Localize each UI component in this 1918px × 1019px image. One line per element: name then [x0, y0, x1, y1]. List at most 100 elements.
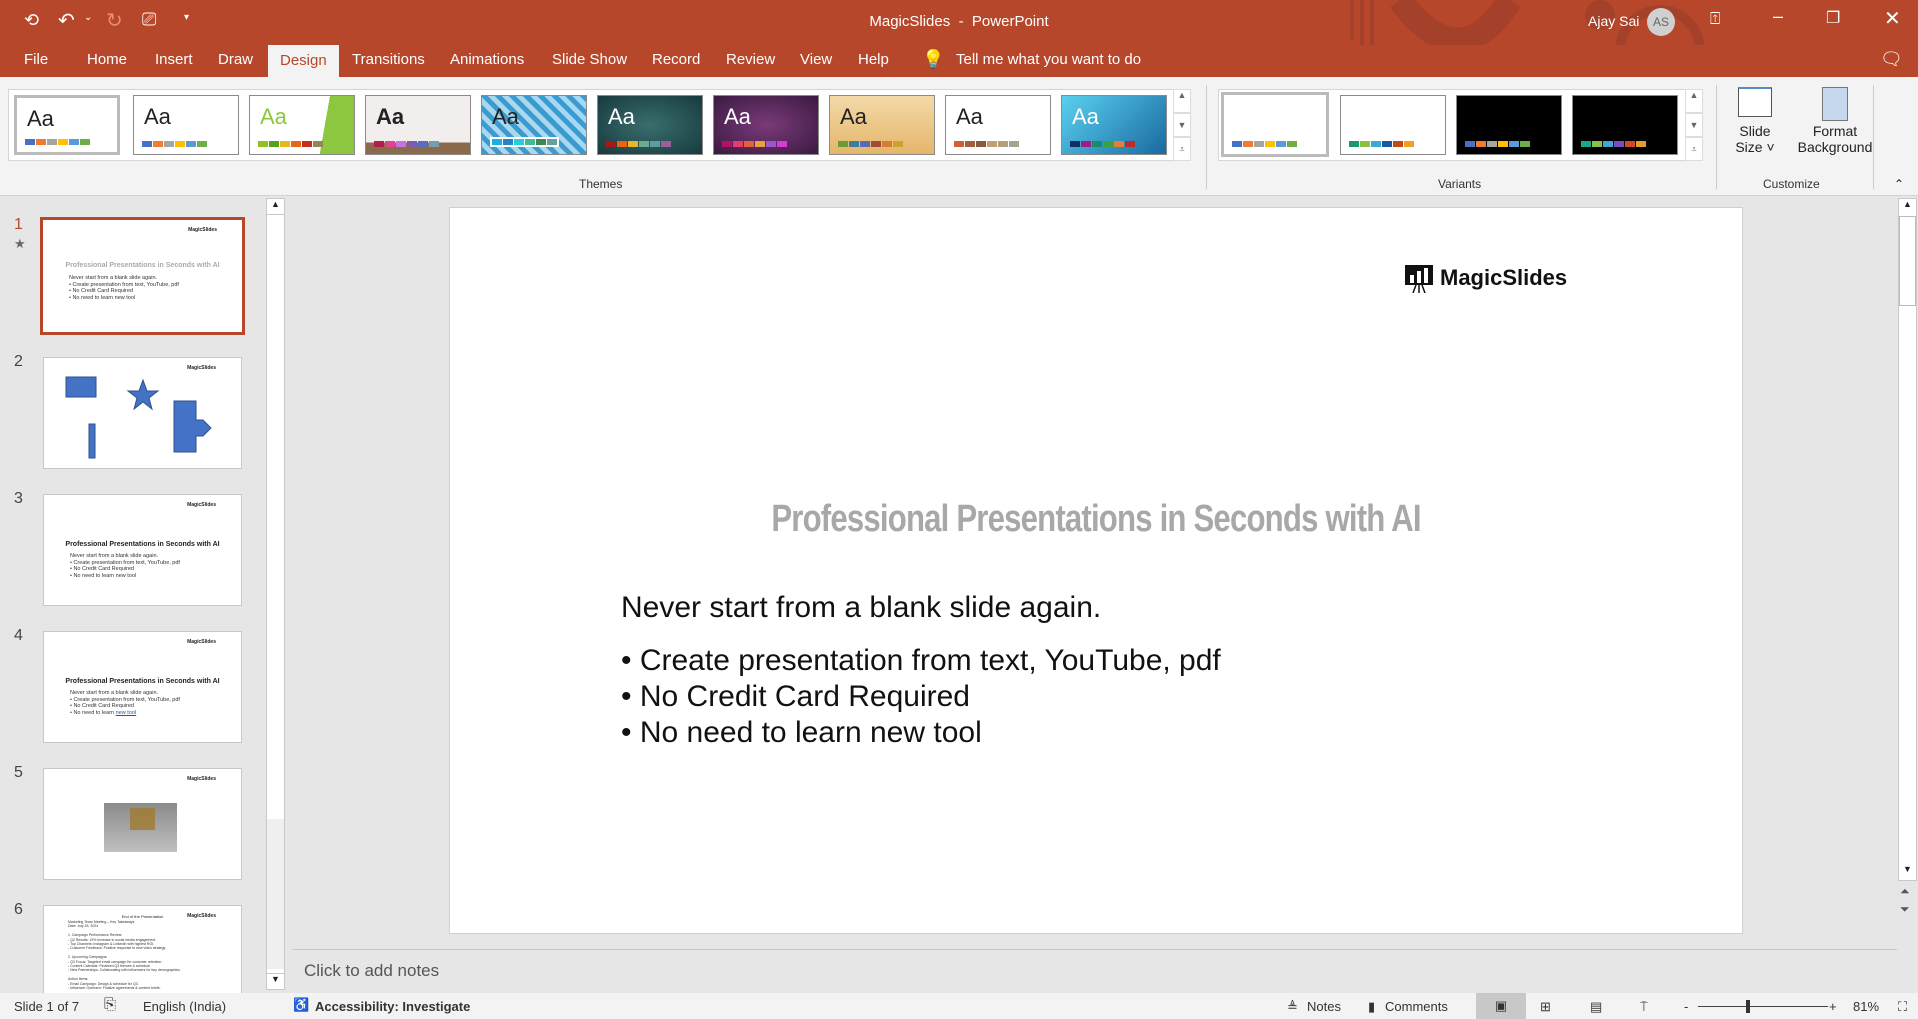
scroll-up-button[interactable]: ▲	[267, 199, 284, 215]
slide-thumbnail-5[interactable]: MagicSlides	[43, 768, 242, 880]
tell-me-search[interactable]: Tell me what you want to do	[952, 51, 1145, 68]
tab-home[interactable]: Home	[83, 51, 131, 68]
tab-transitions[interactable]: Transitions	[348, 51, 429, 68]
zoom-slider[interactable]	[1698, 1000, 1828, 1013]
close-button[interactable]: ✕	[1884, 6, 1901, 31]
zoom-slider-thumb[interactable]	[1746, 1000, 1750, 1013]
divider	[1716, 85, 1717, 189]
minimize-button[interactable]: –	[1773, 6, 1783, 27]
theme-sample-text: Aa	[27, 106, 54, 131]
theme-organic[interactable]: Aa	[713, 95, 819, 155]
slide-size-button[interactable]: Slide Size ˅	[1730, 87, 1780, 177]
zoom-out-button[interactable]: -	[1684, 999, 1688, 1014]
theme-office[interactable]: Aa	[14, 95, 120, 155]
accessibility-icon: ♿	[293, 997, 310, 1012]
slide-thumbnail-1[interactable]: MagicSlides Professional Presentations i…	[40, 217, 245, 335]
variants-scroll-down[interactable]: ▼	[1685, 113, 1703, 137]
slideshow-button[interactable]: ⍑	[1640, 999, 1648, 1015]
previous-slide-icon[interactable]: ⏶	[1900, 884, 1910, 899]
slide-title[interactable]: Professional Presentations in Seconds wi…	[566, 498, 1625, 541]
slide-sorter-button[interactable]: ⊞	[1540, 999, 1551, 1015]
scroll-thumb[interactable]	[267, 215, 284, 819]
theme-slice[interactable]: Aa	[945, 95, 1051, 155]
themes-more[interactable]: ⩡	[1173, 137, 1191, 161]
user-name[interactable]: Ajay Sai	[1588, 13, 1639, 29]
restore-button[interactable]: ❐	[1826, 8, 1840, 28]
slide-canvas[interactable]: MagicSlides Professional Presentations i…	[449, 207, 1743, 934]
slide-intro[interactable]: Never start from a blank slide again.	[621, 591, 1101, 625]
notes-placeholder[interactable]: Click to add notes	[304, 961, 439, 981]
variant-2[interactable]	[1340, 95, 1446, 155]
variant-3[interactable]	[1456, 95, 1562, 155]
fit-to-window-icon[interactable]: ⛶	[1898, 999, 1907, 1015]
theme-wisp[interactable]: Aa	[1061, 95, 1167, 155]
tab-record[interactable]: Record	[648, 51, 704, 68]
thumb-title: Professional Presentations in Seconds wi…	[65, 262, 220, 269]
variants-scroll-up[interactable]: ▲	[1685, 89, 1703, 113]
notes-button[interactable]: Notes	[1307, 999, 1341, 1014]
lightbulb-icon: 💡	[922, 49, 945, 69]
slide-counter: Slide 1 of 7	[14, 999, 80, 1014]
tab-view[interactable]: View	[796, 51, 836, 68]
theme-facet[interactable]: Aa	[249, 95, 355, 155]
accessibility-checker[interactable]: Accessibility: Investigate	[315, 999, 470, 1014]
theme-retrospect[interactable]: Aa	[829, 95, 935, 155]
theme-sample-text: Aa	[376, 104, 405, 129]
slide-thumbnail-4[interactable]: MagicSlides Professional Presentations i…	[43, 631, 242, 743]
star-shape	[126, 378, 160, 411]
tab-design[interactable]: Design	[268, 45, 339, 77]
slide-number: 4	[14, 627, 23, 644]
scroll-up-button[interactable]: ▲	[1899, 199, 1916, 215]
zoom-level[interactable]: 81%	[1853, 999, 1879, 1014]
slide-thumbnail-6[interactable]: MagicSlides End of the Presentation Mark…	[43, 905, 242, 995]
comments-icon: ▮	[1368, 999, 1376, 1014]
scroll-thumb[interactable]	[1899, 216, 1916, 306]
scroll-down-button[interactable]: ▼	[1899, 864, 1916, 880]
avatar[interactable]: AS	[1647, 8, 1675, 36]
variant-4[interactable]	[1572, 95, 1678, 155]
thumbnail-scrollbar[interactable]: ▲ ▼	[266, 198, 285, 990]
theme-sample-text: Aa	[144, 104, 171, 129]
next-slide-icon[interactable]: ⏷	[1900, 902, 1910, 917]
spell-check-icon[interactable]: ⎘	[104, 996, 116, 1013]
format-bg-label: Format	[1812, 123, 1858, 139]
theme-wood-type[interactable]: Aa	[365, 95, 471, 155]
themes-scroll-up[interactable]: ▲	[1173, 89, 1191, 113]
tab-review[interactable]: Review	[722, 51, 779, 68]
scroll-track[interactable]	[267, 819, 284, 969]
notes-icon: ≜	[1287, 999, 1298, 1014]
theme-sample-text: Aa	[956, 104, 983, 129]
tab-draw[interactable]: Draw	[214, 51, 257, 68]
comments-icon[interactable]: 🗨	[1880, 49, 1903, 70]
scroll-down-button[interactable]: ▼	[267, 973, 284, 989]
ribbon-display-icon[interactable]: ⍐	[1710, 9, 1720, 29]
themes-scroll-down[interactable]: ▼	[1173, 113, 1191, 137]
tab-file[interactable]: File	[20, 51, 52, 68]
theme-ion-boardroom[interactable]: Aa	[481, 95, 587, 155]
format-background-button[interactable]: Format Background	[1790, 87, 1880, 177]
slide-thumbnail-3[interactable]: MagicSlides Professional Presentations i…	[43, 494, 242, 606]
thumb-text: • No need to learn new tool	[70, 572, 137, 579]
comments-button[interactable]: Comments	[1385, 999, 1448, 1014]
language-indicator[interactable]: English (India)	[143, 999, 226, 1014]
slide-number: 5	[14, 764, 23, 781]
reading-view-button[interactable]: ▤	[1590, 999, 1602, 1015]
zoom-in-button[interactable]: +	[1829, 999, 1837, 1014]
variants-more[interactable]: ⩡	[1685, 137, 1703, 161]
theme-office-2[interactable]: Aa	[133, 95, 239, 155]
tab-slide-show[interactable]: Slide Show	[548, 51, 631, 68]
tab-animations[interactable]: Animations	[446, 51, 528, 68]
slide-thumbnail-2[interactable]: MagicSlides	[43, 357, 242, 469]
slide-scrollbar[interactable]: ▲ ▼	[1898, 198, 1917, 881]
tab-insert[interactable]: Insert	[151, 51, 197, 68]
thumb-link: new tool	[115, 709, 137, 716]
normal-view-button[interactable]: ▣	[1476, 993, 1526, 1019]
slide-bullets[interactable]: • Create presentation from text, YouTube…	[621, 643, 1221, 751]
notes-pane[interactable]: Click to add notes	[292, 949, 1897, 993]
image-crop-highlight	[130, 808, 155, 830]
variant-1[interactable]	[1221, 92, 1329, 157]
tab-help[interactable]: Help	[854, 51, 893, 68]
collapse-ribbon-icon[interactable]: ⌃	[1894, 177, 1904, 191]
magicslides-logo: MagicSlides	[1404, 263, 1567, 293]
theme-ion[interactable]: Aa	[597, 95, 703, 155]
